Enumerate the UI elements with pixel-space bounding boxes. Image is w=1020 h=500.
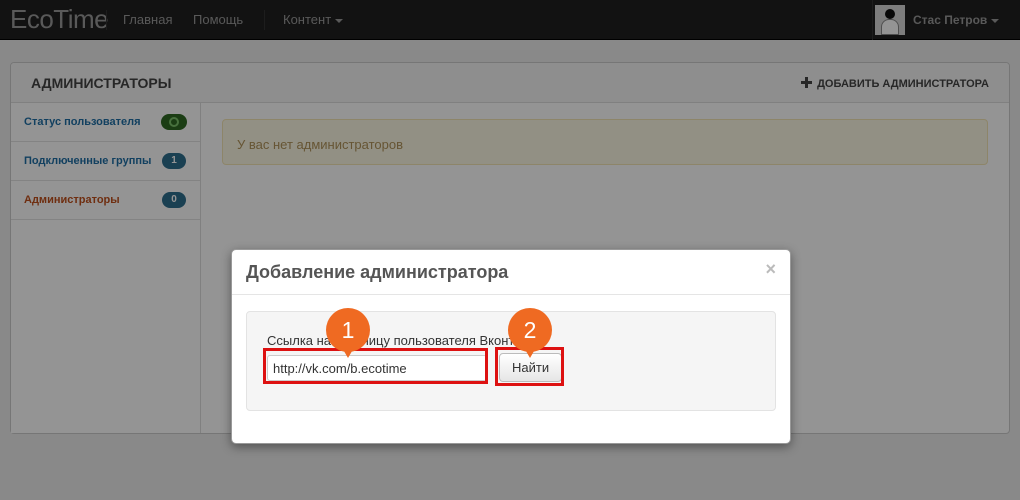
field-label: Ссылка на страницу пользователя Вконтакт… bbox=[267, 333, 541, 348]
modal-title: Добавление администратора bbox=[246, 262, 509, 282]
callout-2: 2 bbox=[508, 308, 552, 358]
callout-1: 1 bbox=[326, 308, 370, 358]
modal-header: Добавление администратора × bbox=[232, 250, 790, 295]
close-icon[interactable]: × bbox=[765, 260, 776, 278]
highlight-input bbox=[263, 348, 488, 384]
